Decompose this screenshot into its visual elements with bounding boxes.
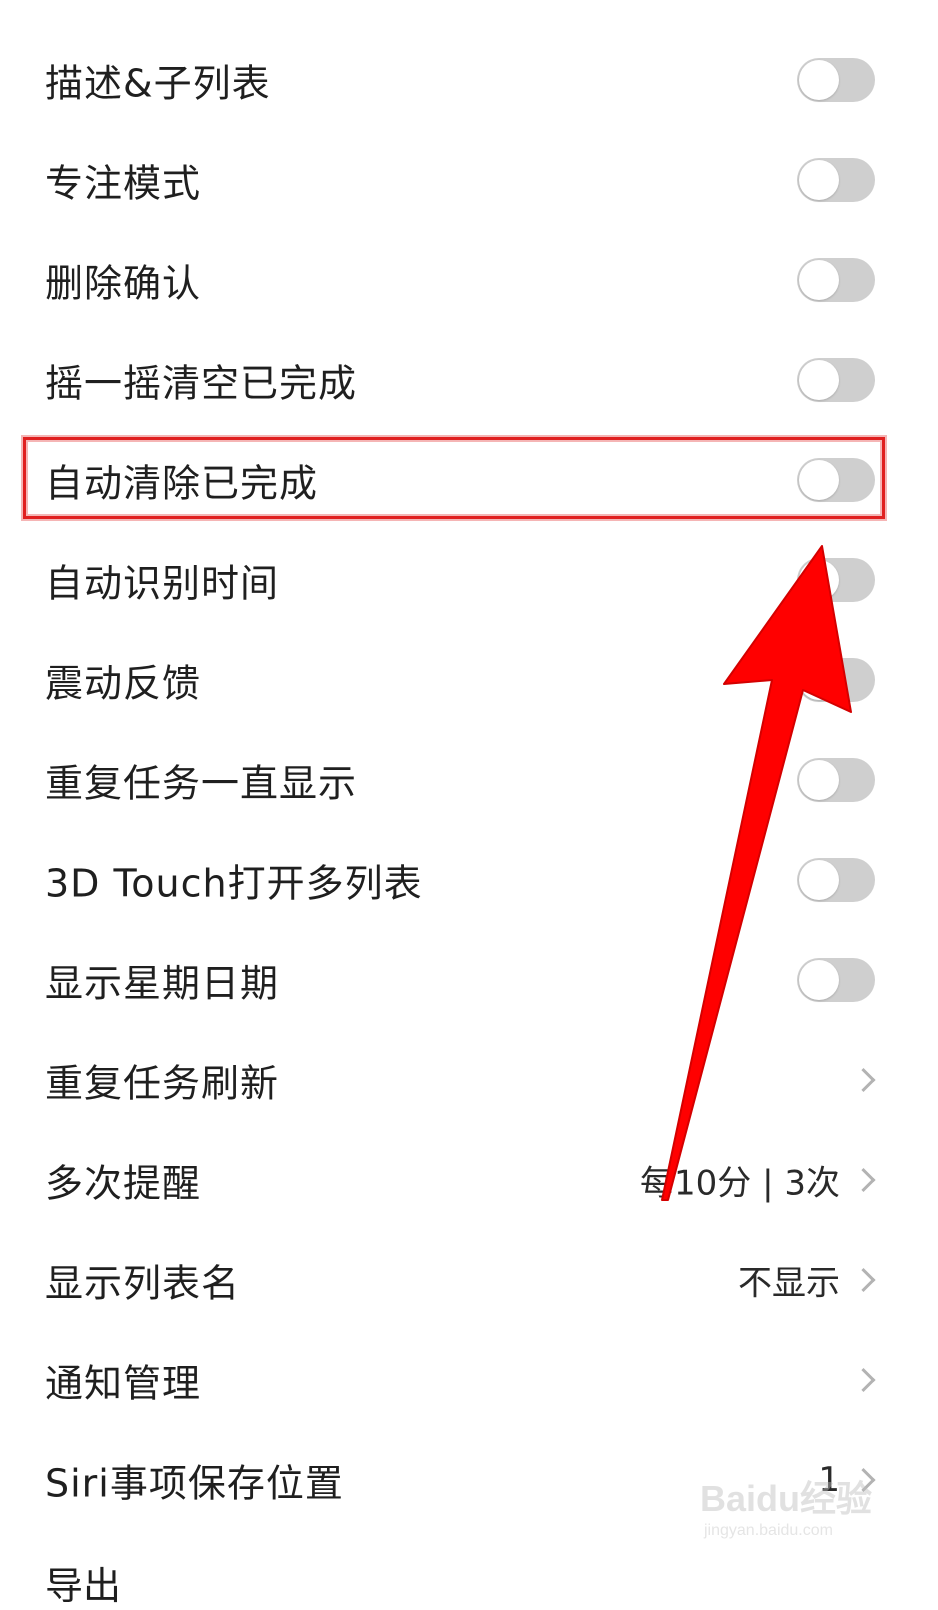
settings-row-value: 每10分 | 3次 [640,1163,840,1204]
settings-row-label: 通知管理 [45,1361,202,1406]
settings-row[interactable]: 删除确认 [0,230,938,330]
settings-row[interactable]: 专注模式 [0,130,938,230]
settings-row[interactable]: Siri事项保存位置 1 [0,1430,938,1530]
settings-row[interactable]: 显示列表名 不显示 [0,1230,938,1330]
settings-row-label: 摇一摇清空已完成 [45,361,358,406]
settings-row-label: 多次提醒 [45,1161,202,1206]
chevron-right-icon [851,1067,876,1093]
chevron-right-icon [851,1367,876,1393]
toggle-switch[interactable] [797,658,875,702]
toggle-knob [799,360,839,400]
toggle-switch[interactable] [797,558,875,602]
settings-row[interactable]: 多次提醒 每10分 | 3次 [0,1130,938,1230]
toggle-switch[interactable] [797,858,875,902]
settings-row[interactable]: 通知管理 [0,1330,938,1430]
toggle-switch[interactable] [797,58,875,102]
toggle-knob [799,560,839,600]
settings-row-label: 重复任务一直显示 [45,761,358,806]
toggle-knob [799,960,839,1000]
settings-row[interactable]: 重复任务一直显示 [0,730,938,830]
settings-row-label: 3D Touch打开多列表 [45,861,423,906]
settings-row[interactable]: 震动反馈 [0,630,938,730]
toggle-knob [799,660,839,700]
chevron-right-icon [851,1467,876,1493]
settings-row[interactable]: 自动清除已完成 [0,430,938,530]
settings-row-value: 1 [818,1460,840,1500]
settings-row-label: 自动清除已完成 [45,461,319,506]
chevron-right-icon [851,1167,876,1193]
settings-row-label: 专注模式 [45,161,202,206]
chevron-right-icon [851,1267,876,1293]
settings-row-label: 显示星期日期 [45,961,280,1006]
toggle-knob [799,460,839,500]
toggle-knob [799,260,839,300]
settings-row-label: 震动反馈 [45,661,202,706]
settings-row[interactable]: 显示星期日期 [0,930,938,1030]
toggle-knob [799,160,839,200]
settings-row-label: 删除确认 [45,261,202,306]
toggle-switch[interactable] [797,758,875,802]
settings-row-label: Siri事项保存位置 [45,1461,344,1506]
settings-row[interactable]: 3D Touch打开多列表 [0,830,938,930]
settings-row-value: 不显示 [738,1263,840,1304]
settings-row-label: 显示列表名 [45,1261,241,1306]
toggle-switch[interactable] [797,258,875,302]
toggle-switch[interactable] [797,358,875,402]
settings-row-label: 重复任务刷新 [45,1061,280,1106]
settings-row[interactable]: 自动识别时间 [0,530,938,630]
toggle-switch[interactable] [797,458,875,502]
toggle-switch[interactable] [797,958,875,1002]
settings-list: 描述&子列表 专注模式删除确认摇一摇清空已完成 自动清除已完成 自动识别时间 震动反馈重… [0,30,938,1530]
settings-row[interactable]: 描述&子列表 [0,30,938,130]
toggle-knob [799,860,839,900]
settings-row[interactable]: 重复任务刷新 [0,1030,938,1130]
toggle-knob [799,60,839,100]
settings-row-export-partial[interactable]: 导出 [45,1555,121,1610]
toggle-knob [799,760,839,800]
toggle-switch[interactable] [797,158,875,202]
settings-row-label: 描述&子列表 [45,61,271,106]
settings-row-label: 自动识别时间 [45,561,280,606]
settings-row[interactable]: 摇一摇清空已完成 [0,330,938,430]
